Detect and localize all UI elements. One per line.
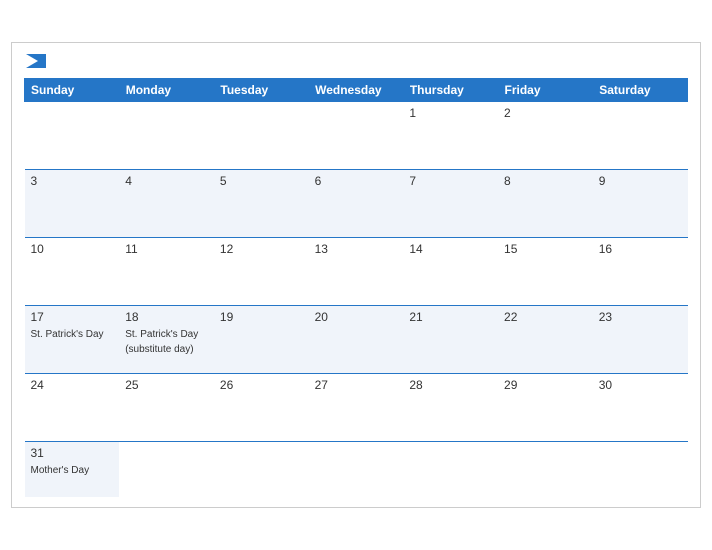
calendar-cell: 21	[403, 306, 498, 374]
holiday-text: St. Patrick's Day	[31, 329, 104, 340]
calendar-cell: 5	[214, 170, 309, 238]
calendar-cell: 15	[498, 238, 593, 306]
day-number: 22	[504, 310, 587, 324]
calendar-cell: 3	[25, 170, 120, 238]
week-row-1: 12	[25, 102, 688, 170]
day-number: 15	[504, 242, 587, 256]
calendar-cell: 6	[309, 170, 404, 238]
header-sunday: Sunday	[25, 79, 120, 102]
header-monday: Monday	[119, 79, 214, 102]
day-number: 31	[31, 446, 114, 460]
header-wednesday: Wednesday	[309, 79, 404, 102]
calendar-cell	[593, 102, 688, 170]
day-number: 3	[31, 174, 114, 188]
logo-flag-icon	[26, 54, 46, 68]
week-row-6: 31 Mother's Day	[25, 442, 688, 497]
calendar-cell	[593, 442, 688, 497]
header	[24, 53, 688, 72]
weekday-header-row: Sunday Monday Tuesday Wednesday Thursday…	[25, 79, 688, 102]
calendar-cell	[25, 102, 120, 170]
day-number: 14	[409, 242, 492, 256]
calendar-cell: 20	[309, 306, 404, 374]
calendar-container: Sunday Monday Tuesday Wednesday Thursday…	[11, 42, 701, 507]
day-number: 30	[599, 378, 682, 392]
calendar-cell: 9	[593, 170, 688, 238]
calendar-cell	[309, 442, 404, 497]
week-row-5: 24 25 26 27 28 29 30	[25, 374, 688, 442]
day-number: 2	[504, 106, 587, 120]
week-row-3: 10 11 12 13 14 15 16	[25, 238, 688, 306]
day-number: 16	[599, 242, 682, 256]
day-number: 29	[504, 378, 587, 392]
calendar-cell: 22	[498, 306, 593, 374]
calendar-cell: 17 St. Patrick's Day	[25, 306, 120, 374]
day-number: 10	[31, 242, 114, 256]
calendar-cell: 4	[119, 170, 214, 238]
calendar-cell: 10	[25, 238, 120, 306]
day-number: 1	[409, 106, 492, 120]
calendar-cell: 11	[119, 238, 214, 306]
header-thursday: Thursday	[403, 79, 498, 102]
calendar-cell: 7	[403, 170, 498, 238]
day-number: 24	[31, 378, 114, 392]
calendar-cell: 23	[593, 306, 688, 374]
calendar-cell: 25	[119, 374, 214, 442]
calendar-cell: 19	[214, 306, 309, 374]
calendar-cell: 28	[403, 374, 498, 442]
calendar-cell	[119, 102, 214, 170]
calendar-cell: 16	[593, 238, 688, 306]
holiday-text: St. Patrick's Day (substitute day)	[125, 329, 198, 355]
header-friday: Friday	[498, 79, 593, 102]
week-row-4: 17 St. Patrick's Day 18 St. Patrick's Day (…	[25, 306, 688, 374]
calendar-cell: 18 St. Patrick's Day (substitute day)	[119, 306, 214, 374]
day-number: 8	[504, 174, 587, 188]
day-number: 12	[220, 242, 303, 256]
day-number: 27	[315, 378, 398, 392]
day-number: 9	[599, 174, 682, 188]
calendar-cell	[309, 102, 404, 170]
day-number: 4	[125, 174, 208, 188]
header-saturday: Saturday	[593, 79, 688, 102]
calendar-cell: 14	[403, 238, 498, 306]
calendar-cell: 24	[25, 374, 120, 442]
calendar-cell: 29	[498, 374, 593, 442]
day-number: 26	[220, 378, 303, 392]
holiday-text: Mother's Day	[31, 465, 90, 476]
day-number: 28	[409, 378, 492, 392]
day-number: 20	[315, 310, 398, 324]
calendar-cell: 31 Mother's Day	[25, 442, 120, 497]
day-number: 6	[315, 174, 398, 188]
calendar-cell: 27	[309, 374, 404, 442]
day-number: 21	[409, 310, 492, 324]
calendar-cell: 30	[593, 374, 688, 442]
calendar-cell	[119, 442, 214, 497]
day-number: 17	[31, 310, 114, 324]
calendar-cell	[403, 442, 498, 497]
calendar-cell: 12	[214, 238, 309, 306]
week-row-2: 3456789	[25, 170, 688, 238]
calendar-cell: 1	[403, 102, 498, 170]
day-number: 11	[125, 242, 208, 256]
day-number: 5	[220, 174, 303, 188]
day-number: 19	[220, 310, 303, 324]
day-number: 18	[125, 310, 208, 324]
calendar-table: Sunday Monday Tuesday Wednesday Thursday…	[24, 78, 688, 497]
header-tuesday: Tuesday	[214, 79, 309, 102]
day-number: 13	[315, 242, 398, 256]
calendar-cell	[498, 442, 593, 497]
calendar-cell: 13	[309, 238, 404, 306]
calendar-cell: 26	[214, 374, 309, 442]
calendar-cell: 2	[498, 102, 593, 170]
calendar-cell: 8	[498, 170, 593, 238]
day-number: 7	[409, 174, 492, 188]
day-number: 25	[125, 378, 208, 392]
logo	[24, 53, 46, 72]
calendar-cell	[214, 442, 309, 497]
day-number: 23	[599, 310, 682, 324]
calendar-cell	[214, 102, 309, 170]
